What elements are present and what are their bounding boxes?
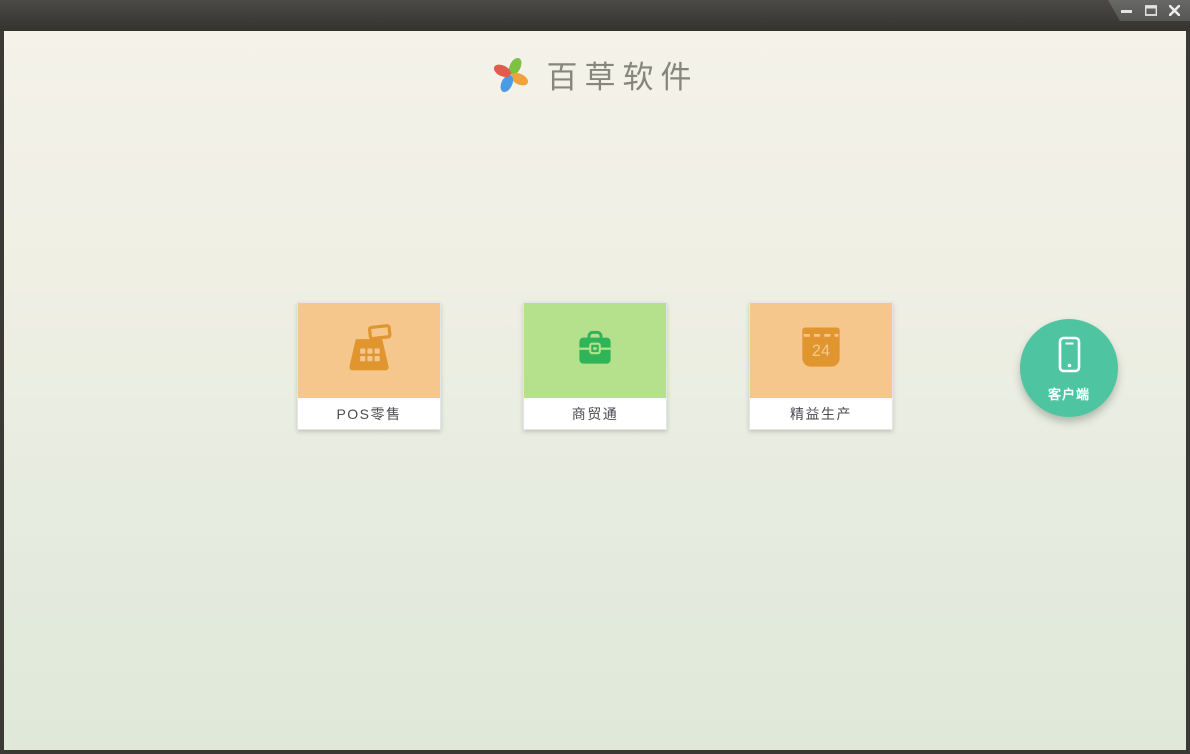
- app-window: 百草软件 POS零售 商贸通 24 精益生产 客户端: [0, 0, 1190, 754]
- minimize-icon[interactable]: [1120, 4, 1133, 17]
- cash-register-icon: [341, 320, 397, 381]
- main-content: 百草软件 POS零售 商贸通 24 精益生产 客户端: [4, 31, 1186, 750]
- titlebar: [0, 0, 1190, 31]
- product-tiles: POS零售 商贸通 24 精益生产: [297, 302, 893, 430]
- pinwheel-logo-icon: [492, 56, 530, 99]
- window-controls: [1108, 0, 1190, 21]
- briefcase-icon: [569, 322, 621, 379]
- tile-lean-production[interactable]: 24 精益生产: [749, 302, 893, 430]
- calendar-icon: 24: [793, 320, 849, 381]
- maximize-icon[interactable]: [1144, 4, 1157, 17]
- tile-trade-art: [524, 303, 666, 398]
- app-title: 百草软件: [546, 59, 699, 96]
- smartphone-icon: [1048, 334, 1090, 383]
- client-button[interactable]: 客户端: [1020, 319, 1118, 417]
- tile-trade-label: 商贸通: [524, 398, 666, 429]
- tile-lean-production-art: 24: [750, 303, 892, 398]
- tile-trade[interactable]: 商贸通: [523, 302, 667, 430]
- tile-pos-retail-label: POS零售: [298, 398, 440, 429]
- close-icon[interactable]: [1168, 4, 1181, 17]
- tile-lean-production-label: 精益生产: [750, 398, 892, 429]
- tile-pos-retail[interactable]: POS零售: [297, 302, 441, 430]
- calendar-day-number: 24: [812, 342, 830, 360]
- brand-header: 百草软件: [4, 56, 1186, 99]
- tile-pos-retail-art: [298, 303, 440, 398]
- client-button-label: 客户端: [1047, 386, 1090, 402]
